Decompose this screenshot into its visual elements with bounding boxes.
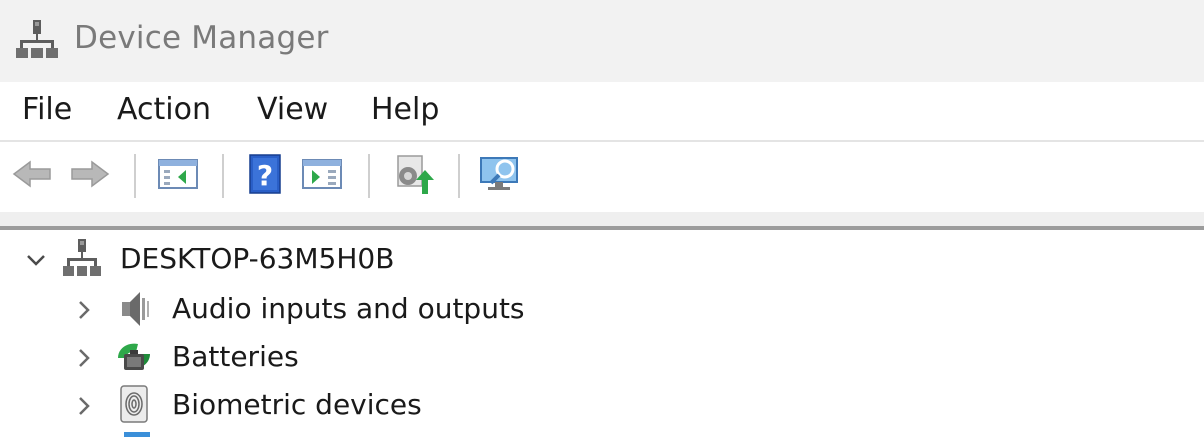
battery-icon bbox=[118, 343, 150, 370]
title-bar[interactable]: Device Manager bbox=[0, 0, 1204, 82]
toolbar-separator bbox=[458, 154, 460, 198]
device-manager-window: Device Manager File Action View Help ? D… bbox=[0, 0, 1204, 437]
computer-icon bbox=[63, 239, 101, 276]
chevron-right-icon[interactable] bbox=[72, 298, 96, 322]
chevron-right-icon[interactable] bbox=[72, 346, 96, 370]
speaker-icon bbox=[122, 292, 149, 326]
tree-node-label: Biometric devices bbox=[172, 388, 422, 421]
menu-action[interactable]: Action bbox=[117, 92, 211, 127]
toolbar-separator bbox=[368, 154, 370, 198]
toolbar-separator bbox=[134, 154, 136, 198]
toolbar-separator bbox=[222, 154, 224, 198]
svg-text:?: ? bbox=[257, 159, 273, 192]
next-node-icon-partial bbox=[124, 432, 150, 437]
menu-bar: File Action View Help bbox=[0, 82, 1204, 140]
device-manager-icon bbox=[16, 20, 58, 58]
menu-file[interactable]: File bbox=[22, 92, 72, 127]
tree-node-batteries[interactable]: Batteries bbox=[0, 332, 1204, 380]
tree-node-audio[interactable]: Audio inputs and outputs bbox=[0, 284, 1204, 332]
back-arrow-icon[interactable] bbox=[10, 152, 54, 196]
tree-node-label: DESKTOP-63M5H0B bbox=[120, 242, 395, 275]
scan-hardware-changes-icon[interactable] bbox=[478, 152, 522, 196]
tree-node-label: Audio inputs and outputs bbox=[172, 292, 525, 325]
tree-node-biometric[interactable]: Biometric devices bbox=[0, 380, 1204, 428]
menu-view[interactable]: View bbox=[257, 92, 328, 127]
help-icon[interactable]: ? bbox=[244, 152, 288, 196]
properties-panel-icon[interactable] bbox=[300, 152, 344, 196]
forward-arrow-icon[interactable] bbox=[68, 152, 112, 196]
toolbar: ? bbox=[0, 142, 1204, 212]
device-tree: DESKTOP-63M5H0B Audio inputs and outputs bbox=[0, 230, 1204, 437]
window-title: Device Manager bbox=[74, 20, 329, 56]
chevron-right-icon[interactable] bbox=[72, 394, 96, 418]
tree-node-label: Batteries bbox=[172, 340, 299, 373]
fingerprint-icon bbox=[120, 385, 148, 423]
update-driver-icon[interactable] bbox=[390, 152, 434, 196]
menu-help[interactable]: Help bbox=[371, 92, 439, 127]
tree-node-root[interactable]: DESKTOP-63M5H0B bbox=[0, 236, 1204, 284]
toolbar-bottom-band bbox=[0, 212, 1204, 226]
show-hide-console-tree-icon[interactable] bbox=[156, 152, 200, 196]
chevron-down-icon[interactable] bbox=[24, 248, 48, 272]
